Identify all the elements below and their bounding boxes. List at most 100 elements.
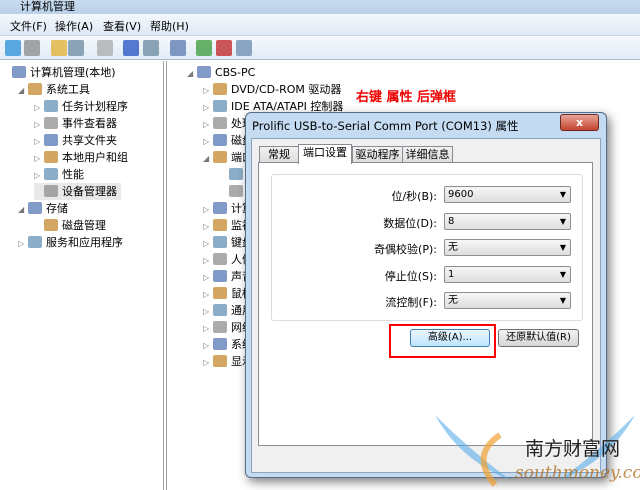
expander-icon[interactable]: ▷ [203,82,213,99]
tree-item[interactable]: 磁盘管理 [34,217,106,234]
device-icon [44,185,58,197]
expander-icon[interactable]: ▷ [203,116,213,133]
expander-icon[interactable]: ▷ [203,320,213,337]
dialog-title: Prolific USB-to-Serial Comm Port (COM13)… [252,119,519,133]
tree-item[interactable]: ▷ 性能 [34,166,84,183]
expander-icon[interactable]: ▷ [203,303,213,320]
update-driver-icon[interactable] [196,40,212,56]
tab-driver[interactable]: 驱动程序 [352,146,403,163]
up-folder-icon[interactable] [51,40,67,56]
field-label: 数据位(D): [383,216,437,230]
disable-device-icon[interactable] [216,40,232,56]
device-icon [213,321,227,333]
scan-hardware-icon[interactable] [170,40,186,56]
field-label: 奇偶校验(P): [374,243,437,256]
device-icon [213,338,227,350]
device-icon [213,117,227,129]
expander-icon[interactable]: ▷ [203,337,213,354]
expander-icon[interactable]: ▷ [203,252,213,269]
expander-icon[interactable]: ▷ [203,218,213,235]
tree-item[interactable]: 设备管理器 [34,183,121,200]
tree-item[interactable]: ▷ 服务和应用程序 [18,234,123,251]
menu-file[interactable]: 文件(F) [10,18,47,34]
tree-item[interactable]: ◢ CBS-PC [187,64,255,81]
chevron-down-icon: ▼ [559,243,566,252]
device-icon [44,134,58,146]
field-label: 位/秒(B): [391,190,437,203]
forward-icon[interactable] [24,40,40,56]
uninstall-device-icon[interactable] [236,40,252,56]
annotation-text: 右键 属性 后弹框 [356,90,457,105]
field-label: 停止位(S): [384,269,437,283]
tab-port-settings[interactable]: 端口设置 [298,144,352,164]
select-value: 8 [448,215,455,227]
tree-item-label: 性能 [62,168,84,181]
chevron-down-icon: ▼ [559,269,566,279]
tree-item[interactable]: ▷ 共享文件夹 [34,132,117,149]
expander-icon[interactable]: ▷ [203,99,213,116]
expander-icon[interactable]: ◢ [203,150,213,167]
device-icon [213,355,227,367]
device-icon [213,83,227,95]
tab-details[interactable]: 详细信息 [402,146,453,163]
tree-item-label: 事件查看器 [62,117,117,130]
expander-icon[interactable]: ▷ [34,150,44,167]
expander-icon[interactable]: ▷ [34,99,44,116]
tree-item[interactable]: ▷ DVD/CD-ROM 驱动器 [203,81,341,98]
expander-icon[interactable]: ▷ [203,201,213,218]
device-icon [44,117,58,129]
tree-item[interactable]: ▷ 本地用户和组 [34,149,128,166]
expander-icon[interactable]: ◢ [187,65,197,82]
back-icon[interactable] [5,40,21,56]
tree-item[interactable]: ◢ 系统工具 [18,81,90,98]
device-icon [44,168,58,180]
field-select[interactable]: 9600 ▼ [444,186,571,203]
expander-icon[interactable]: ▷ [34,116,44,133]
expander-icon[interactable]: ▷ [203,286,213,303]
tree-item-label: 系统工具 [46,83,90,96]
show-hide-tree-icon[interactable] [68,40,84,56]
expander-icon[interactable]: ◢ [18,82,28,99]
expander-icon[interactable]: ◢ [18,201,28,218]
field-select[interactable]: 1 ▼ [444,265,571,283]
tree-item[interactable]: 计算机管理(本地) [2,64,116,81]
select-value: 9600 [448,189,474,200]
device-icon [213,270,227,282]
tree-item[interactable]: ◢ 存储 [18,200,68,217]
window-title-bar: 计算机管理 [0,0,640,14]
select-value: 无 [448,295,458,306]
chevron-down-icon: ▼ [559,190,566,199]
toolbar [0,36,640,60]
help-icon[interactable] [123,40,139,56]
window-title: 计算机管理 [20,0,75,13]
restore-defaults-button[interactable]: 还原默认值(R) [498,329,579,347]
close-button[interactable]: x [560,114,599,131]
watermark-logo: 南方财富网 southmoney.com [435,415,640,487]
tree-item-label: 任务计划程序 [62,100,128,113]
menu-action[interactable]: 操作(A) [55,18,93,34]
expander-icon[interactable]: ▷ [34,167,44,184]
menu-bar: 文件(F) 操作(A) 查看(V) 帮助(H) [0,14,640,36]
device-icon [213,236,227,248]
expander-icon[interactable]: ▷ [34,133,44,150]
menu-view[interactable]: 查看(V) [103,18,141,34]
field-select[interactable]: 无 ▼ [444,239,571,256]
expander-icon[interactable]: ▷ [18,235,28,252]
expander-icon[interactable]: ▷ [203,133,213,150]
expander-icon[interactable]: ▷ [203,269,213,286]
device-icon [213,287,227,299]
device-icon [213,253,227,265]
tree-item[interactable]: ▷ 任务计划程序 [34,98,128,115]
properties-icon[interactable] [97,40,113,56]
tab-general[interactable]: 常规 [259,146,299,163]
menu-help[interactable]: 帮助(H) [150,18,189,34]
select-value: 无 [448,242,458,253]
tree-item-label: 计算机管理(本地) [30,66,116,79]
field-select[interactable]: 8 ▼ [444,212,571,230]
expander-icon[interactable]: ▷ [203,235,213,252]
advanced-button[interactable]: 高级(A)... [410,329,490,347]
field-select[interactable]: 无 ▼ [444,292,571,309]
tree-item[interactable]: ▷ 事件查看器 [34,115,117,132]
expander-icon[interactable]: ▷ [203,354,213,371]
show-action-pane-icon[interactable] [143,40,159,56]
